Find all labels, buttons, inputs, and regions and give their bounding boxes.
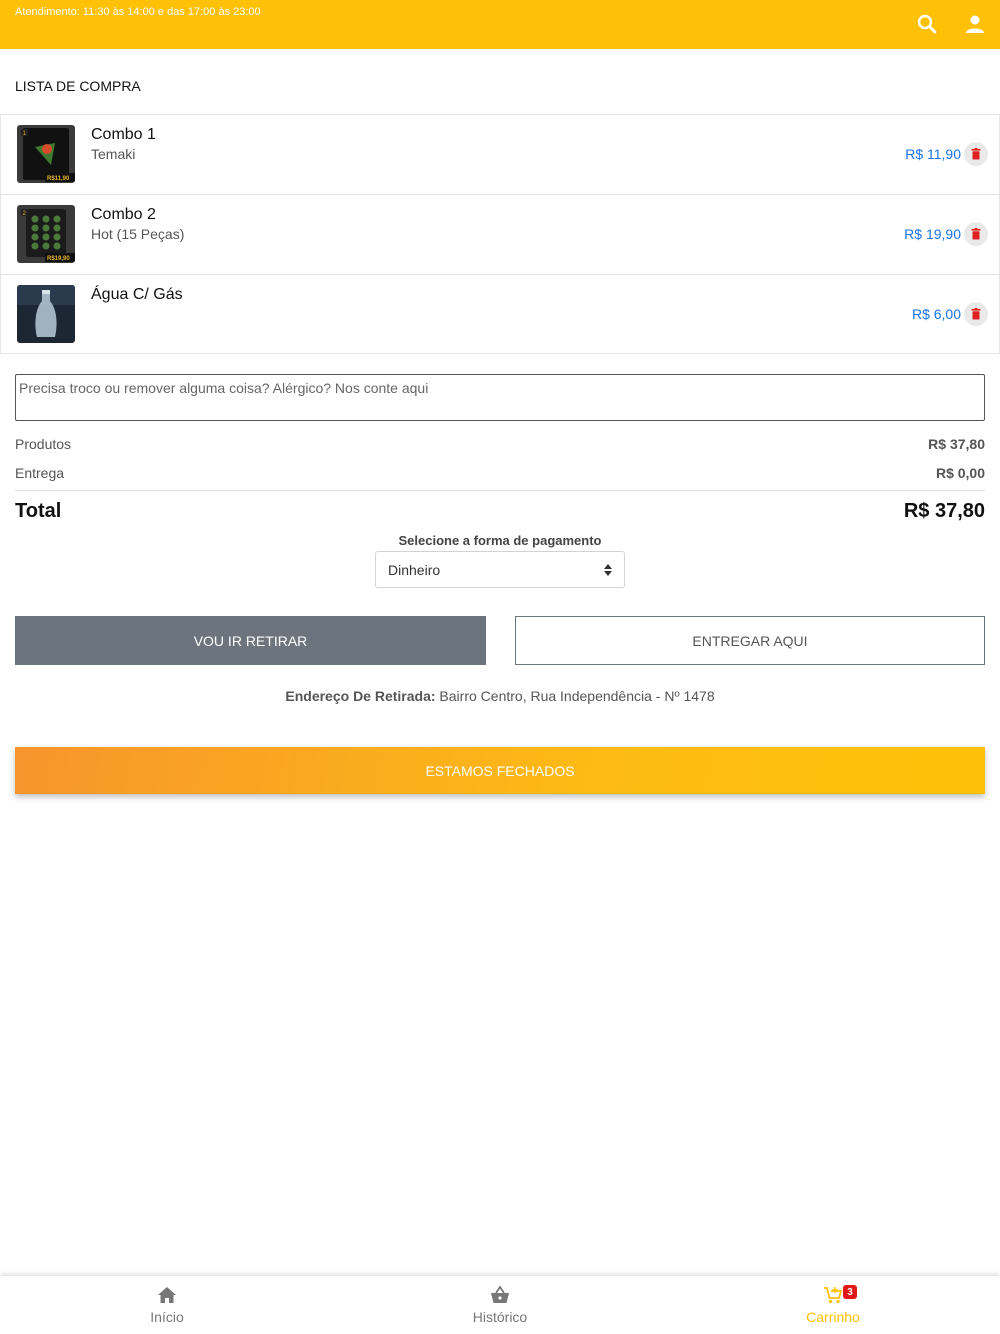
trash-icon [971,148,981,160]
total-row: Total R$ 37,80 [15,500,985,523]
thumb-price: R$19,90 [47,256,70,262]
products-label: Produtos [15,436,72,452]
products-row: Produtos R$ 37,80 [15,436,985,452]
pickup-address-label: Endereço De Retirada: [285,688,436,704]
product-thumbnail: 1 R$11,90 [17,125,75,183]
order-note-field[interactable] [15,374,985,421]
item-description: Temaki [91,146,136,162]
select-arrows-icon [604,563,612,579]
basket-icon [491,1286,509,1303]
payment-method-label: Selecione a forma de pagamento [398,533,602,548]
item-description: Hot (15 Peças) [91,226,185,242]
item-price: R$ 6,00 [911,306,961,322]
item-price: R$ 11,90 [905,146,961,162]
nav-label: Início [150,1309,184,1325]
item-name: Água C/ Gás [91,286,183,303]
nav-item-cart[interactable]: 3 Carrinho [666,1276,1000,1334]
delete-item-button[interactable] [964,142,988,166]
nav-label: Carrinho [806,1309,860,1325]
cart-icon [824,1287,843,1304]
shopping-list-title: LISTA DE COMPRA [15,78,141,94]
nav-item-history[interactable]: Histórico [333,1276,667,1334]
delete-item-button[interactable] [964,302,988,326]
delivery-label: Entrega [15,465,65,481]
nav-label: Histórico [472,1309,528,1325]
home-icon [158,1287,176,1303]
total-value: R$ 37,80 [903,500,985,522]
delivery-value: R$ 0,00 [935,465,985,481]
summary-divider [15,490,985,491]
total-label: Total [15,500,62,522]
item-price: R$ 19,90 [904,226,961,242]
pickup-address-value: Bairro Centro, Rua Independência - Nº 14… [435,688,715,704]
bottom-navigation: Início Histórico 3 Carrinho [0,1276,1000,1334]
trash-icon [971,308,981,320]
top-bar: Atendimento: 11:30 às 14:00 e das 17:00 … [0,0,1000,49]
store-closed-button[interactable]: ESTAMOS FECHADOS [15,747,985,794]
item-name: Combo 2 [91,206,156,223]
cart-item: 1 R$11,90 Combo 1 Temaki R$ 11,90 [0,114,1000,194]
cart-item: Água C/ Gás R$ 6,00 [0,274,1000,354]
opening-hours: Atendimento: 11:30 às 14:00 e das 17:00 … [15,6,261,18]
cart-item: 2 R$19,90 Combo 2 Hot (15 Peças) R$ 19,9… [0,194,1000,274]
search-icon[interactable] [915,12,939,36]
pickup-address: Endereço De Retirada: Bairro Centro, Rua… [0,688,1000,704]
pickup-button[interactable]: VOU IR RETIRAR [15,616,486,665]
cart-count-badge: 3 [843,1285,857,1299]
product-thumbnail [17,285,75,343]
trash-icon [971,228,981,240]
products-value: R$ 37,80 [928,436,985,452]
item-name: Combo 1 [91,126,156,143]
deliver-button[interactable]: ENTREGAR AQUI [515,616,985,665]
nav-item-home[interactable]: Início [0,1276,334,1334]
product-thumbnail: 2 R$19,90 [17,205,75,263]
payment-selected-value: Dinheiro [388,562,441,578]
thumb-price: R$11,90 [47,176,70,182]
delivery-row: Entrega R$ 0,00 [15,465,985,481]
delete-item-button[interactable] [964,222,988,246]
user-icon[interactable] [963,12,987,36]
payment-method-select[interactable]: Dinheiro [375,551,625,588]
cart-items: 1 R$11,90 Combo 1 Temaki R$ 11,90 2 R$19… [0,114,1000,354]
